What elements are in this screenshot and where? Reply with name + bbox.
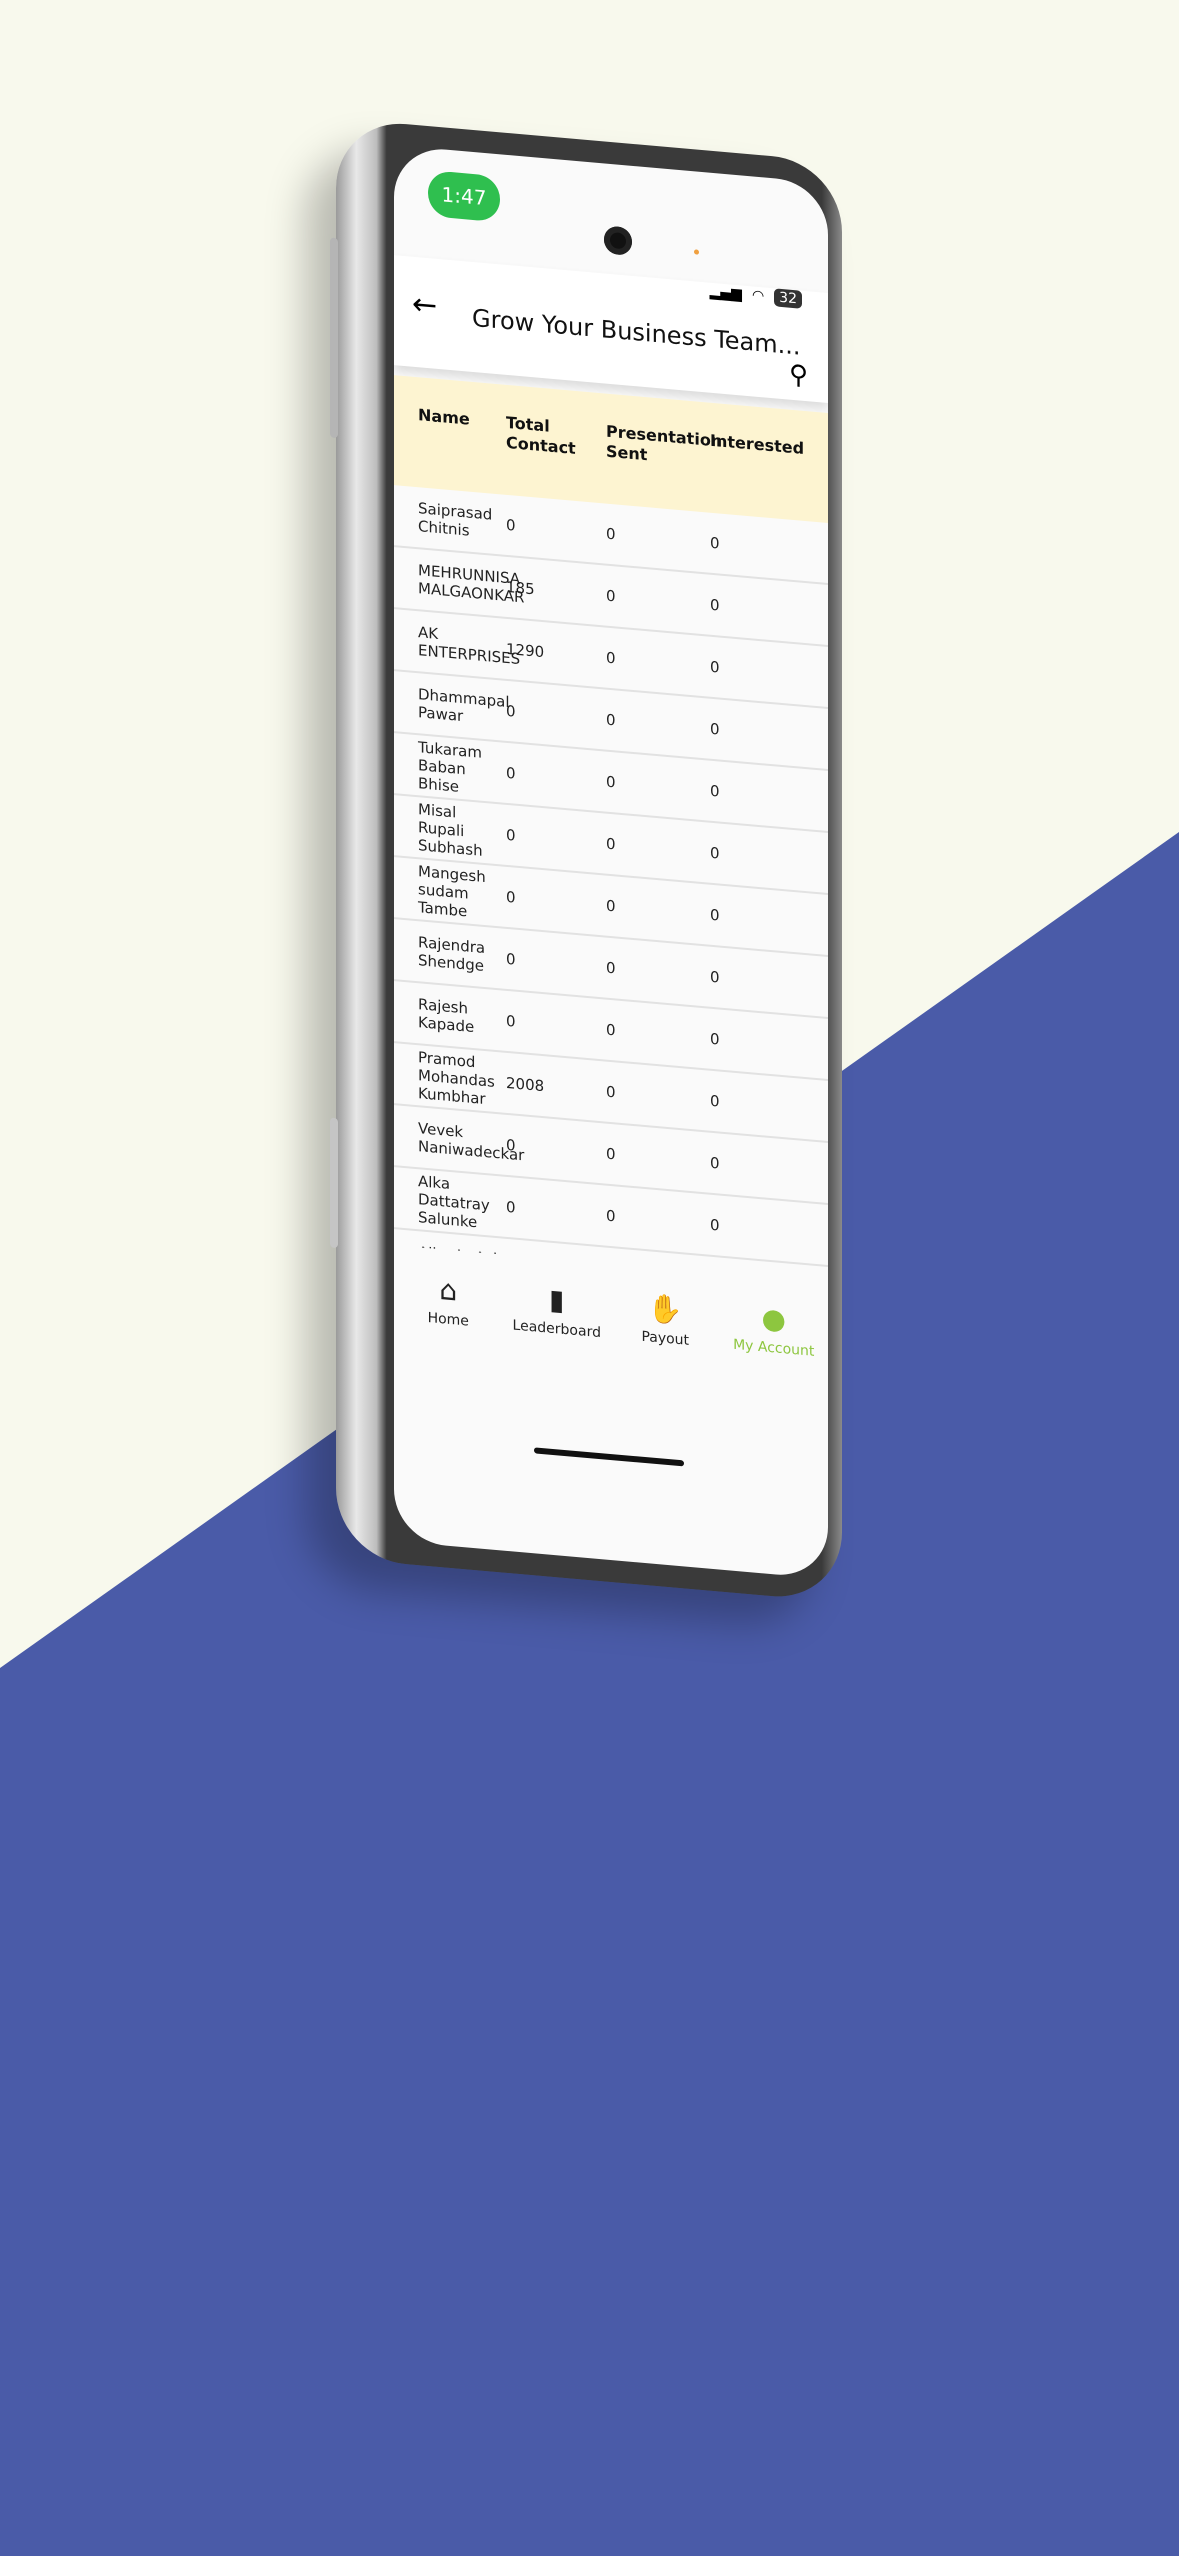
cell-presentation-sent: 0 [606,524,616,544]
nav-item-home[interactable]: ⌂ Home [394,1255,503,1364]
cell-interested: 0 [710,1029,720,1049]
cell-total-contact: 0 [506,701,516,721]
search-icon[interactable]: ⚲ [789,360,808,392]
cell-name: Saiprasad Chitnis [418,499,493,540]
cell-presentation-sent: 0 [606,834,616,854]
privacy-indicator [694,249,699,255]
cell-presentation-sent: 0 [606,586,616,606]
phone-mockup: 1:47 ← Grow Your Business Team... ⚲ ▂▄▆ … [330,118,842,1603]
table-body[interactable]: Saiprasad Chitnis 0 0 0 MEHRUNNISA MALGAONKA… [394,485,828,1284]
cell-name: Dhammapal Pawar [418,685,510,726]
cell-presentation-sent: 0 [606,710,616,730]
cell-presentation-sent: 0 [606,648,616,668]
bar-chart-icon: ▮ [549,1282,565,1317]
cell-total-contact: 0 [506,1197,516,1217]
payout-icon: ✋ [647,1291,683,1328]
cell-total-contact: 0 [506,515,516,535]
nav-item-leaderboard[interactable]: ▮ Leaderboard [503,1265,612,1374]
cell-presentation-sent: 0 [606,1144,616,1164]
cell-interested: 0 [710,595,720,615]
cell-interested: 0 [710,1215,720,1235]
cell-interested: 0 [710,781,720,801]
camera-icon [604,225,632,256]
cell-name: AK ENTERPRISES [418,623,521,669]
cell-name: MEHRUNNISA MALGAONKAR [418,561,525,607]
battery-icon: 32 [774,288,802,309]
cell-interested: 0 [710,843,720,863]
home-indicator[interactable] [534,1447,684,1467]
signal-icon: ▂▄▆ [709,283,742,303]
cell-interested: 0 [710,1278,828,1283]
cell-name: Mangesh sudam Tambe [418,862,486,921]
cell-name: Misal Rupali Subhash [418,800,483,860]
cell-name: Rajesh Kapade [418,995,475,1037]
cell-name: Tukaram Baban Bhise [418,738,482,796]
page-title: Grow Your Business Team... [472,303,801,361]
cell-presentation-sent: 0 [606,1082,616,1102]
column-header-name: Name [418,405,470,429]
cell-interested: 0 [710,657,720,677]
cell-name: Rajendra Shendge [418,933,486,975]
cell-total-contact: 0 [506,949,516,969]
cell-total-contact: 0 [506,1011,516,1031]
nav-label: My Account [733,1336,815,1360]
cell-presentation-sent: 0 [606,896,616,916]
column-header-interested: Interested [710,430,805,458]
column-header-total-contact: Total Contact [506,412,576,458]
cell-presentation-sent: 0 [606,772,616,792]
home-icon: ⌂ [439,1273,458,1308]
cell-presentation-sent: 0 [606,958,616,978]
phone-side-button [330,237,338,439]
cell-total-contact: 2008 [506,1073,545,1096]
nav-item-my-account[interactable]: ● My Account [720,1284,829,1393]
nav-item-payout[interactable]: ✋ Payout [611,1274,720,1383]
cell-interested: 0 [710,719,720,739]
phone-side-button [330,1117,338,1249]
cell-interested: 0 [710,905,720,925]
account-icon: ● [761,1301,786,1337]
cell-name: Vevek Naniwadeckar [418,1119,525,1165]
arrow-left-icon[interactable]: ← [412,287,437,324]
cell-name: Alka Dattatray Salunke [418,1172,490,1232]
cell-total-contact: 0 [506,763,516,783]
column-header-presentation-sent: Presentation Sent [606,421,723,465]
nav-label: Payout [641,1328,690,1349]
cell-total-contact: 1290 [506,639,545,662]
status-time: 1:47 [428,170,500,223]
cell-total-contact: 0 [506,825,516,845]
cell-presentation-sent: 0 [606,1206,616,1226]
cell-interested: 0 [710,967,720,987]
cell-interested: 0 [710,1091,720,1111]
cell-name: Pramod Mohandas Kumbhar [418,1048,495,1109]
cell-presentation-sent: 0 [606,1020,616,1040]
wifi-icon: ◠ [751,287,765,305]
nav-label: Leaderboard [512,1317,601,1342]
phone-screen: 1:47 ← Grow Your Business Team... ⚲ ▂▄▆ … [394,145,829,1580]
cell-total-contact: 0 [506,887,516,907]
cell-interested: 0 [710,533,720,553]
nav-label: Home [427,1310,469,1330]
cell-interested: 0 [710,1153,720,1173]
